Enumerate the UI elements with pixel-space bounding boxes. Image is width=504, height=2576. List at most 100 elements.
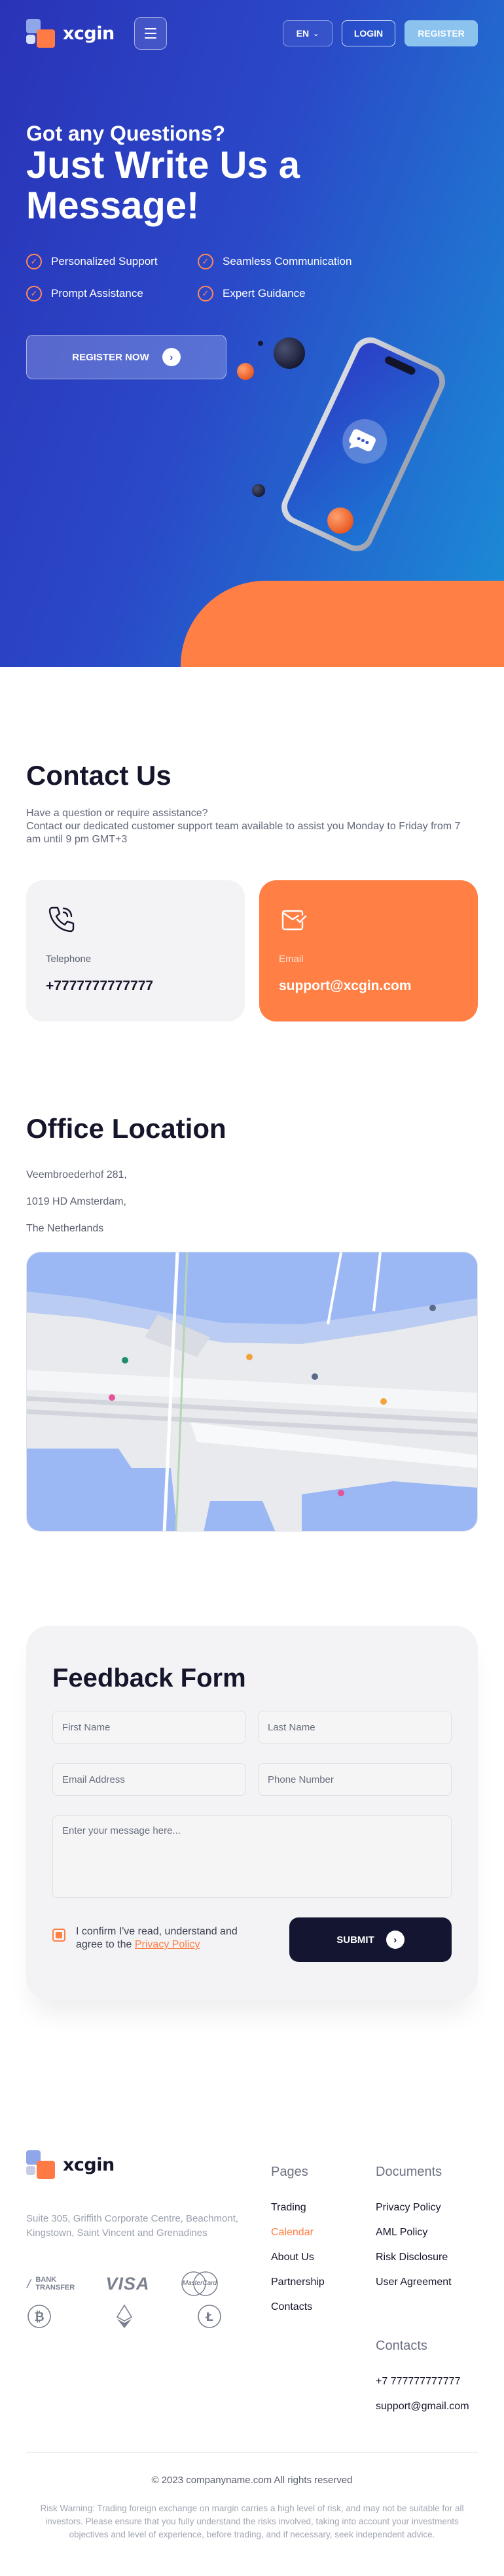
submit-button[interactable]: SUBMIT ›: [289, 1917, 452, 1962]
logo-text: xcgin: [63, 23, 115, 44]
language-select[interactable]: EN ⌄: [283, 20, 333, 46]
email-label: Email: [279, 953, 304, 965]
footer-divider: [26, 2452, 478, 2453]
logo[interactable]: xcgin: [26, 19, 115, 48]
footer-link-agreement[interactable]: User Agreement: [376, 2276, 452, 2288]
footer-link-partnership[interactable]: Partnership: [271, 2276, 325, 2288]
consent-row: I confirm I've read, understand and agre…: [52, 1925, 255, 1951]
hero-title: Just Write Us a Message!: [26, 144, 300, 227]
footer-link-contacts[interactable]: Contacts: [271, 2301, 325, 2313]
footer-pages: Pages Trading Calendar About Us Partners…: [271, 2165, 325, 2326]
footer-documents: Documents Privacy Policy AML Policy Risk…: [376, 2165, 452, 2301]
logo-text: xcgin: [63, 2154, 115, 2175]
footer-link-aml[interactable]: AML Policy: [376, 2227, 452, 2239]
submit-label: SUBMIT: [336, 1934, 374, 1946]
pages-heading: Pages: [271, 2165, 308, 2179]
register-now-label: REGISTER NOW: [72, 351, 149, 363]
phone-chat-icon: [237, 337, 446, 552]
bank-transfer-logo: BANK TRANSFER: [26, 2276, 79, 2292]
bank-transfer-label: BANK TRANSFER: [35, 2276, 75, 2292]
contact-intro-text: Contact our dedicated customer support t…: [26, 821, 461, 845]
hero-features: ✓ Personalized Support ✓ Seamless Communic…: [26, 254, 406, 301]
copyright: © 2023 companyname.com All rights reserv…: [151, 2475, 353, 2486]
phone-icon: [48, 906, 75, 933]
email-field[interactable]: Email Address: [52, 1763, 246, 1796]
arrow-right-icon: ›: [386, 1931, 405, 1949]
contact-intro-line: Have a question or require assistance?: [26, 808, 208, 819]
footer-link-calendar[interactable]: Calendar: [271, 2227, 325, 2239]
last-name-field[interactable]: Last Name: [258, 1711, 452, 1743]
footer-link-about[interactable]: About Us: [271, 2252, 325, 2263]
risk-warning: Risk Warning: Trading foreign exchange o…: [40, 2503, 464, 2539]
footer-link-trading[interactable]: Trading: [271, 2202, 325, 2214]
footer-phone[interactable]: +7 777777777777: [376, 2376, 469, 2388]
office-address: Veembroederhof 281, 1019 HD Amsterdam, T…: [26, 1161, 127, 1242]
consent-text: I confirm I've read, understand and agre…: [76, 1925, 255, 1951]
menu-button[interactable]: [134, 17, 167, 50]
footer-logo[interactable]: xcgin: [26, 2150, 115, 2179]
page: xcgin EN ⌄ LOGIN REGISTER Got any Questio…: [0, 0, 504, 2576]
contact-title: Contact Us: [26, 760, 171, 791]
footer-link-privacy[interactable]: Privacy Policy: [376, 2202, 452, 2214]
logo-mark-icon: [26, 2150, 55, 2179]
visa-logo: VISA: [105, 2273, 150, 2293]
svg-text:Ł: Ł: [205, 2310, 213, 2324]
feature-label: Prompt Assistance: [51, 287, 143, 300]
office-map[interactable]: [26, 1252, 478, 1532]
telephone-label: Telephone: [46, 953, 92, 965]
mastercard-label: MasterCard: [182, 2280, 217, 2287]
check-icon: ✓: [198, 286, 213, 301]
address-line: Veembroederhof 281,: [26, 1169, 127, 1180]
consent-checkbox[interactable]: [52, 1929, 65, 1942]
decorative-orange-shape: [181, 581, 504, 667]
footer-link-risk[interactable]: Risk Disclosure: [376, 2252, 452, 2263]
login-button[interactable]: LOGIN: [342, 20, 395, 46]
email-card[interactable]: Email support@xcgin.com: [259, 880, 478, 1022]
office-title: Office Location: [26, 1113, 226, 1144]
mail-check-icon: [281, 910, 307, 931]
footer-address: Suite 305, Griffith Corporate Centre, Be…: [26, 2213, 239, 2239]
email-value[interactable]: support@xcgin.com: [279, 978, 412, 994]
check-icon: ✓: [198, 254, 213, 269]
top-navbar: xcgin EN ⌄ LOGIN REGISTER: [26, 16, 478, 51]
message-field[interactable]: Enter your message here...: [52, 1815, 452, 1898]
footer-contacts: Contacts +7 777777777777 support@gmail.c…: [376, 2339, 469, 2426]
telephone-value: +7777777777777: [46, 978, 154, 993]
check-icon: ✓: [26, 286, 42, 301]
feedback-title: Feedback Form: [52, 1664, 246, 1692]
phone-field[interactable]: Phone Number: [258, 1763, 452, 1796]
litecoin-icon: Ł: [198, 2305, 221, 2328]
hero-subtitle: Got any Questions?: [26, 122, 226, 145]
feature-item: ✓ Expert Guidance: [198, 286, 369, 301]
hero-section: xcgin EN ⌄ LOGIN REGISTER Got any Questio…: [0, 0, 504, 667]
privacy-policy-link[interactable]: Privacy Policy: [135, 1939, 200, 1950]
first-name-field[interactable]: First Name: [52, 1711, 246, 1743]
address-line: 1019 HD Amsterdam,: [26, 1196, 126, 1207]
contact-section: Contact Us Have a question or require as…: [26, 760, 478, 846]
feature-item: ✓ Seamless Communication: [198, 254, 369, 269]
bitcoin-icon: ₿: [27, 2305, 51, 2328]
map-graphic: [27, 1252, 477, 1531]
feature-label: Expert Guidance: [223, 287, 306, 300]
ethereum-icon: [116, 2304, 133, 2328]
contacts-heading: Contacts: [376, 2339, 427, 2353]
register-button[interactable]: REGISTER: [405, 20, 478, 46]
address-line: The Netherlands: [26, 1223, 104, 1234]
feature-item: ✓ Prompt Assistance: [26, 286, 198, 301]
chevron-down-icon: ⌄: [313, 29, 319, 38]
feature-item: ✓ Personalized Support: [26, 254, 198, 269]
payment-methods: BANK TRANSFER VISA MasterCard ₿ Ł: [26, 2269, 236, 2331]
documents-heading: Documents: [376, 2165, 442, 2179]
mastercard-logo: MasterCard: [177, 2271, 223, 2297]
arrow-right-icon: ›: [162, 348, 181, 366]
feature-label: Personalized Support: [51, 255, 158, 267]
check-icon: ✓: [26, 254, 42, 269]
telephone-card[interactable]: Telephone +7777777777777: [26, 880, 245, 1022]
footer-email[interactable]: support@gmail.com: [376, 2401, 469, 2413]
feature-label: Seamless Communication: [223, 255, 352, 267]
register-now-button[interactable]: REGISTER NOW ›: [26, 335, 226, 379]
svg-text:₿: ₿: [34, 2310, 44, 2324]
logo-mark-icon: [26, 19, 55, 48]
phone-illustration: [216, 327, 491, 589]
contact-cards: Telephone +7777777777777 Email support@x…: [26, 880, 478, 1022]
